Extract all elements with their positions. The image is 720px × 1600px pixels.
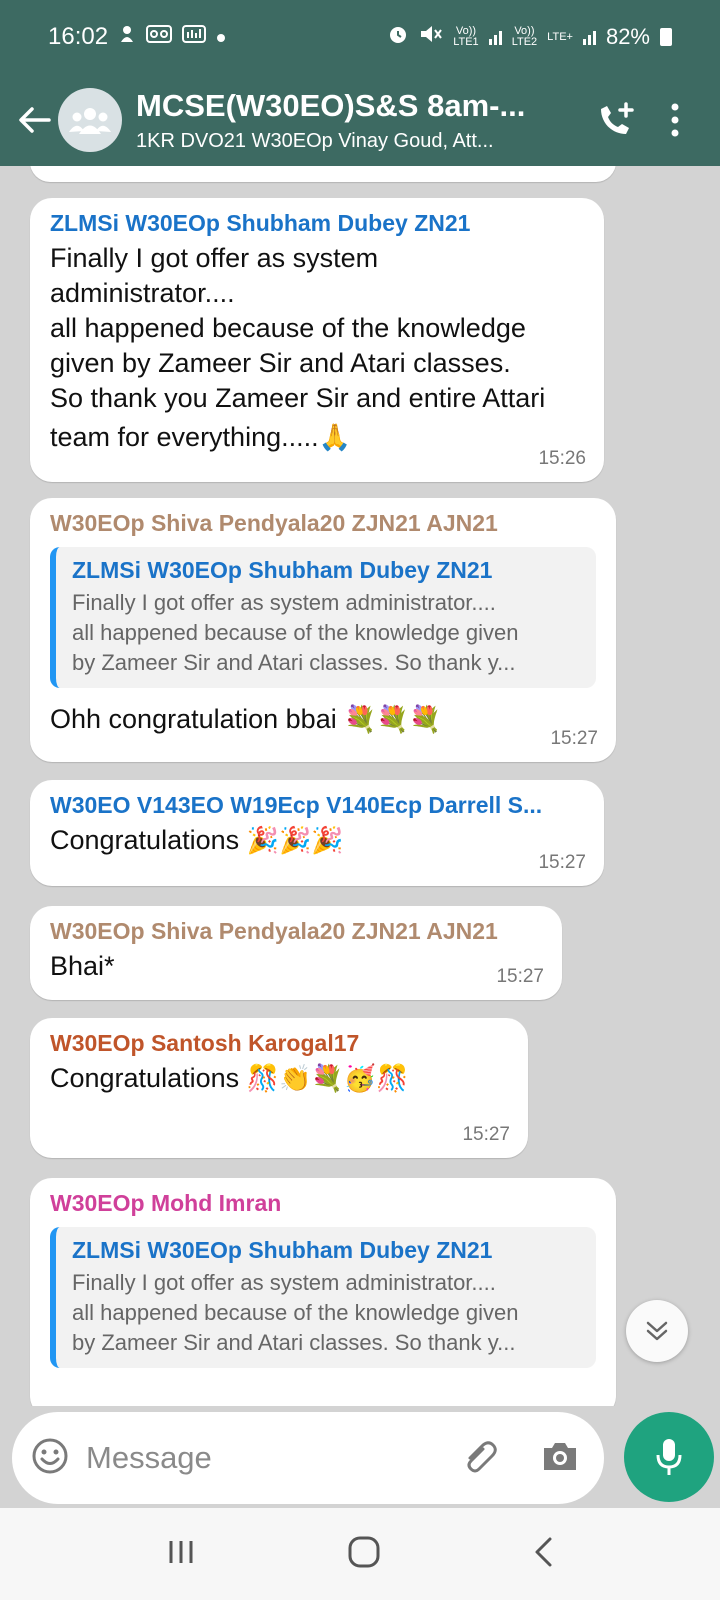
voicemail-icon — [146, 24, 173, 50]
notification-icon — [118, 24, 136, 50]
signal-icon — [488, 29, 502, 45]
attach-button[interactable] — [460, 1436, 500, 1481]
message-sender[interactable]: W30EOp Shiva Pendyala20 ZJN21 AJN21 — [50, 918, 542, 945]
emoji: 🎊👏💐🥳🎊 — [246, 1063, 409, 1093]
message-sender[interactable]: W30EOp Shiva Pendyala20 ZJN21 AJN21 — [50, 510, 596, 537]
group-avatar[interactable] — [58, 88, 122, 152]
back-arrow-icon — [19, 107, 51, 133]
message-composer — [12, 1412, 604, 1504]
chat-header: MCSE(W30EO)S&S 8am-... 1KR DVO21 W30EOp … — [0, 74, 720, 166]
camera-icon — [544, 1442, 576, 1470]
sim2-lte-label: LTE2 — [511, 36, 538, 48]
chat-title: MCSE(W30EO)S&S 8am-... — [136, 87, 526, 123]
back-icon — [535, 1537, 552, 1566]
message-time: 15:27 — [462, 1124, 510, 1145]
signal-booster-icon — [182, 24, 207, 50]
home-icon — [348, 1536, 380, 1567]
message-text[interactable]: Ohh congratulation bbai 💐💐💐 — [50, 702, 596, 737]
battery-percent: 82% — [605, 24, 650, 49]
quoted-sender: ZLMSi W30EOp Shubham Dubey ZN21 — [72, 1237, 493, 1263]
group-avatar-icon — [69, 108, 111, 134]
quoted-text: Finally I got offer as system administra… — [72, 1270, 519, 1355]
quoted-text: Finally I got offer as system administra… — [72, 590, 519, 675]
message-time: 15:26 — [538, 448, 586, 469]
quoted-message[interactable]: ZLMSi W30EOp Shubham Dubey ZN21 Finally … — [50, 1227, 596, 1368]
more-options-icon — [671, 103, 679, 137]
emoji: 🎉🎉🎉 — [246, 825, 344, 855]
emoji-button[interactable] — [30, 1436, 70, 1481]
camera-button[interactable] — [540, 1438, 580, 1479]
status-time: 16:02 — [48, 23, 109, 50]
message-sender[interactable]: W30EOp Mohd Imran — [50, 1190, 596, 1217]
home-button[interactable] — [347, 1535, 381, 1574]
message-time: 15:27 — [538, 852, 586, 873]
add-call-icon — [601, 102, 634, 134]
add-call-button[interactable] — [596, 101, 636, 139]
alarm-icon — [387, 23, 409, 51]
system-nav-bar — [0, 1508, 720, 1600]
signal-icon — [582, 29, 596, 45]
mute-icon — [419, 23, 443, 51]
back-button[interactable] — [4, 90, 64, 150]
microphone-icon — [656, 1439, 682, 1475]
message-text[interactable]: Finally I got offer as system administra… — [50, 241, 584, 455]
emoji: 🙏 — [318, 422, 351, 452]
message-bubble[interactable]: W30EO V143EO W19Ecp V140Ecp Darrell S...… — [30, 780, 604, 886]
message-text[interactable]: Congratulations 🎉🎉🎉 — [50, 823, 584, 858]
recent-apps-icon — [169, 1540, 193, 1563]
message-input[interactable] — [86, 1440, 426, 1476]
message-bubble[interactable]: W30EOp Shiva Pendyala20 ZJN21 AJN21 Bhai… — [30, 906, 562, 1000]
message-bubble[interactable]: W30EOp Mohd Imran ZLMSi W30EOp Shubham D… — [30, 1178, 616, 1406]
chat-area[interactable]: ZLMSi W30EOp Shubham Dubey ZN21 Finally … — [0, 166, 720, 1406]
battery-icon — [660, 28, 672, 46]
status-bar: 16:02 Vo)) LTE1 Vo)) LTE2 LTE+ 82% — [0, 0, 720, 74]
message-time: 15:27 — [550, 728, 598, 749]
voice-message-button[interactable] — [624, 1412, 714, 1502]
recent-apps-button[interactable] — [166, 1538, 196, 1571]
scroll-to-bottom-button[interactable] — [626, 1300, 688, 1362]
quoted-sender: ZLMSi W30EOp Shubham Dubey ZN21 — [72, 557, 493, 583]
chat-title-block[interactable]: MCSE(W30EO)S&S 8am-... 1KR DVO21 W30EOp … — [136, 88, 556, 153]
message-time: 15:27 — [496, 966, 544, 987]
quoted-message[interactable]: ZLMSi W30EOp Shubham Dubey ZN21 Finally … — [50, 547, 596, 688]
chat-subtitle: 1KR DVO21 W30EOp Vinay Goud, Att... — [136, 129, 494, 152]
message-bubble-partial[interactable] — [30, 166, 616, 182]
dot-icon — [216, 26, 226, 49]
message-bubble[interactable]: W30EOp Shiva Pendyala20 ZJN21 AJN21 ZLMS… — [30, 498, 616, 762]
sim1-lte-label: LTE1 — [453, 36, 479, 48]
attach-icon — [467, 1440, 497, 1472]
message-text[interactable]: Bhai* — [50, 949, 542, 984]
message-text[interactable]: Congratulations 🎊👏💐🥳🎊 — [50, 1061, 508, 1096]
more-options-button[interactable] — [670, 103, 680, 137]
network-type: LTE+ — [547, 30, 573, 43]
double-chevron-down-icon — [646, 1321, 668, 1341]
message-sender[interactable]: W30EO V143EO W19Ecp V140Ecp Darrell S... — [50, 792, 560, 819]
emoji: 💐💐💐 — [344, 704, 442, 734]
message-bubble[interactable]: W30EOp Santosh Karogal17 Congratulations… — [30, 1018, 528, 1158]
emoji-icon — [32, 1438, 68, 1473]
message-sender[interactable]: W30EOp Santosh Karogal17 — [50, 1030, 508, 1057]
nav-back-button[interactable] — [532, 1536, 554, 1573]
message-sender[interactable]: ZLMSi W30EOp Shubham Dubey ZN21 — [50, 210, 584, 237]
message-bubble[interactable]: ZLMSi W30EOp Shubham Dubey ZN21 Finally … — [30, 198, 604, 482]
